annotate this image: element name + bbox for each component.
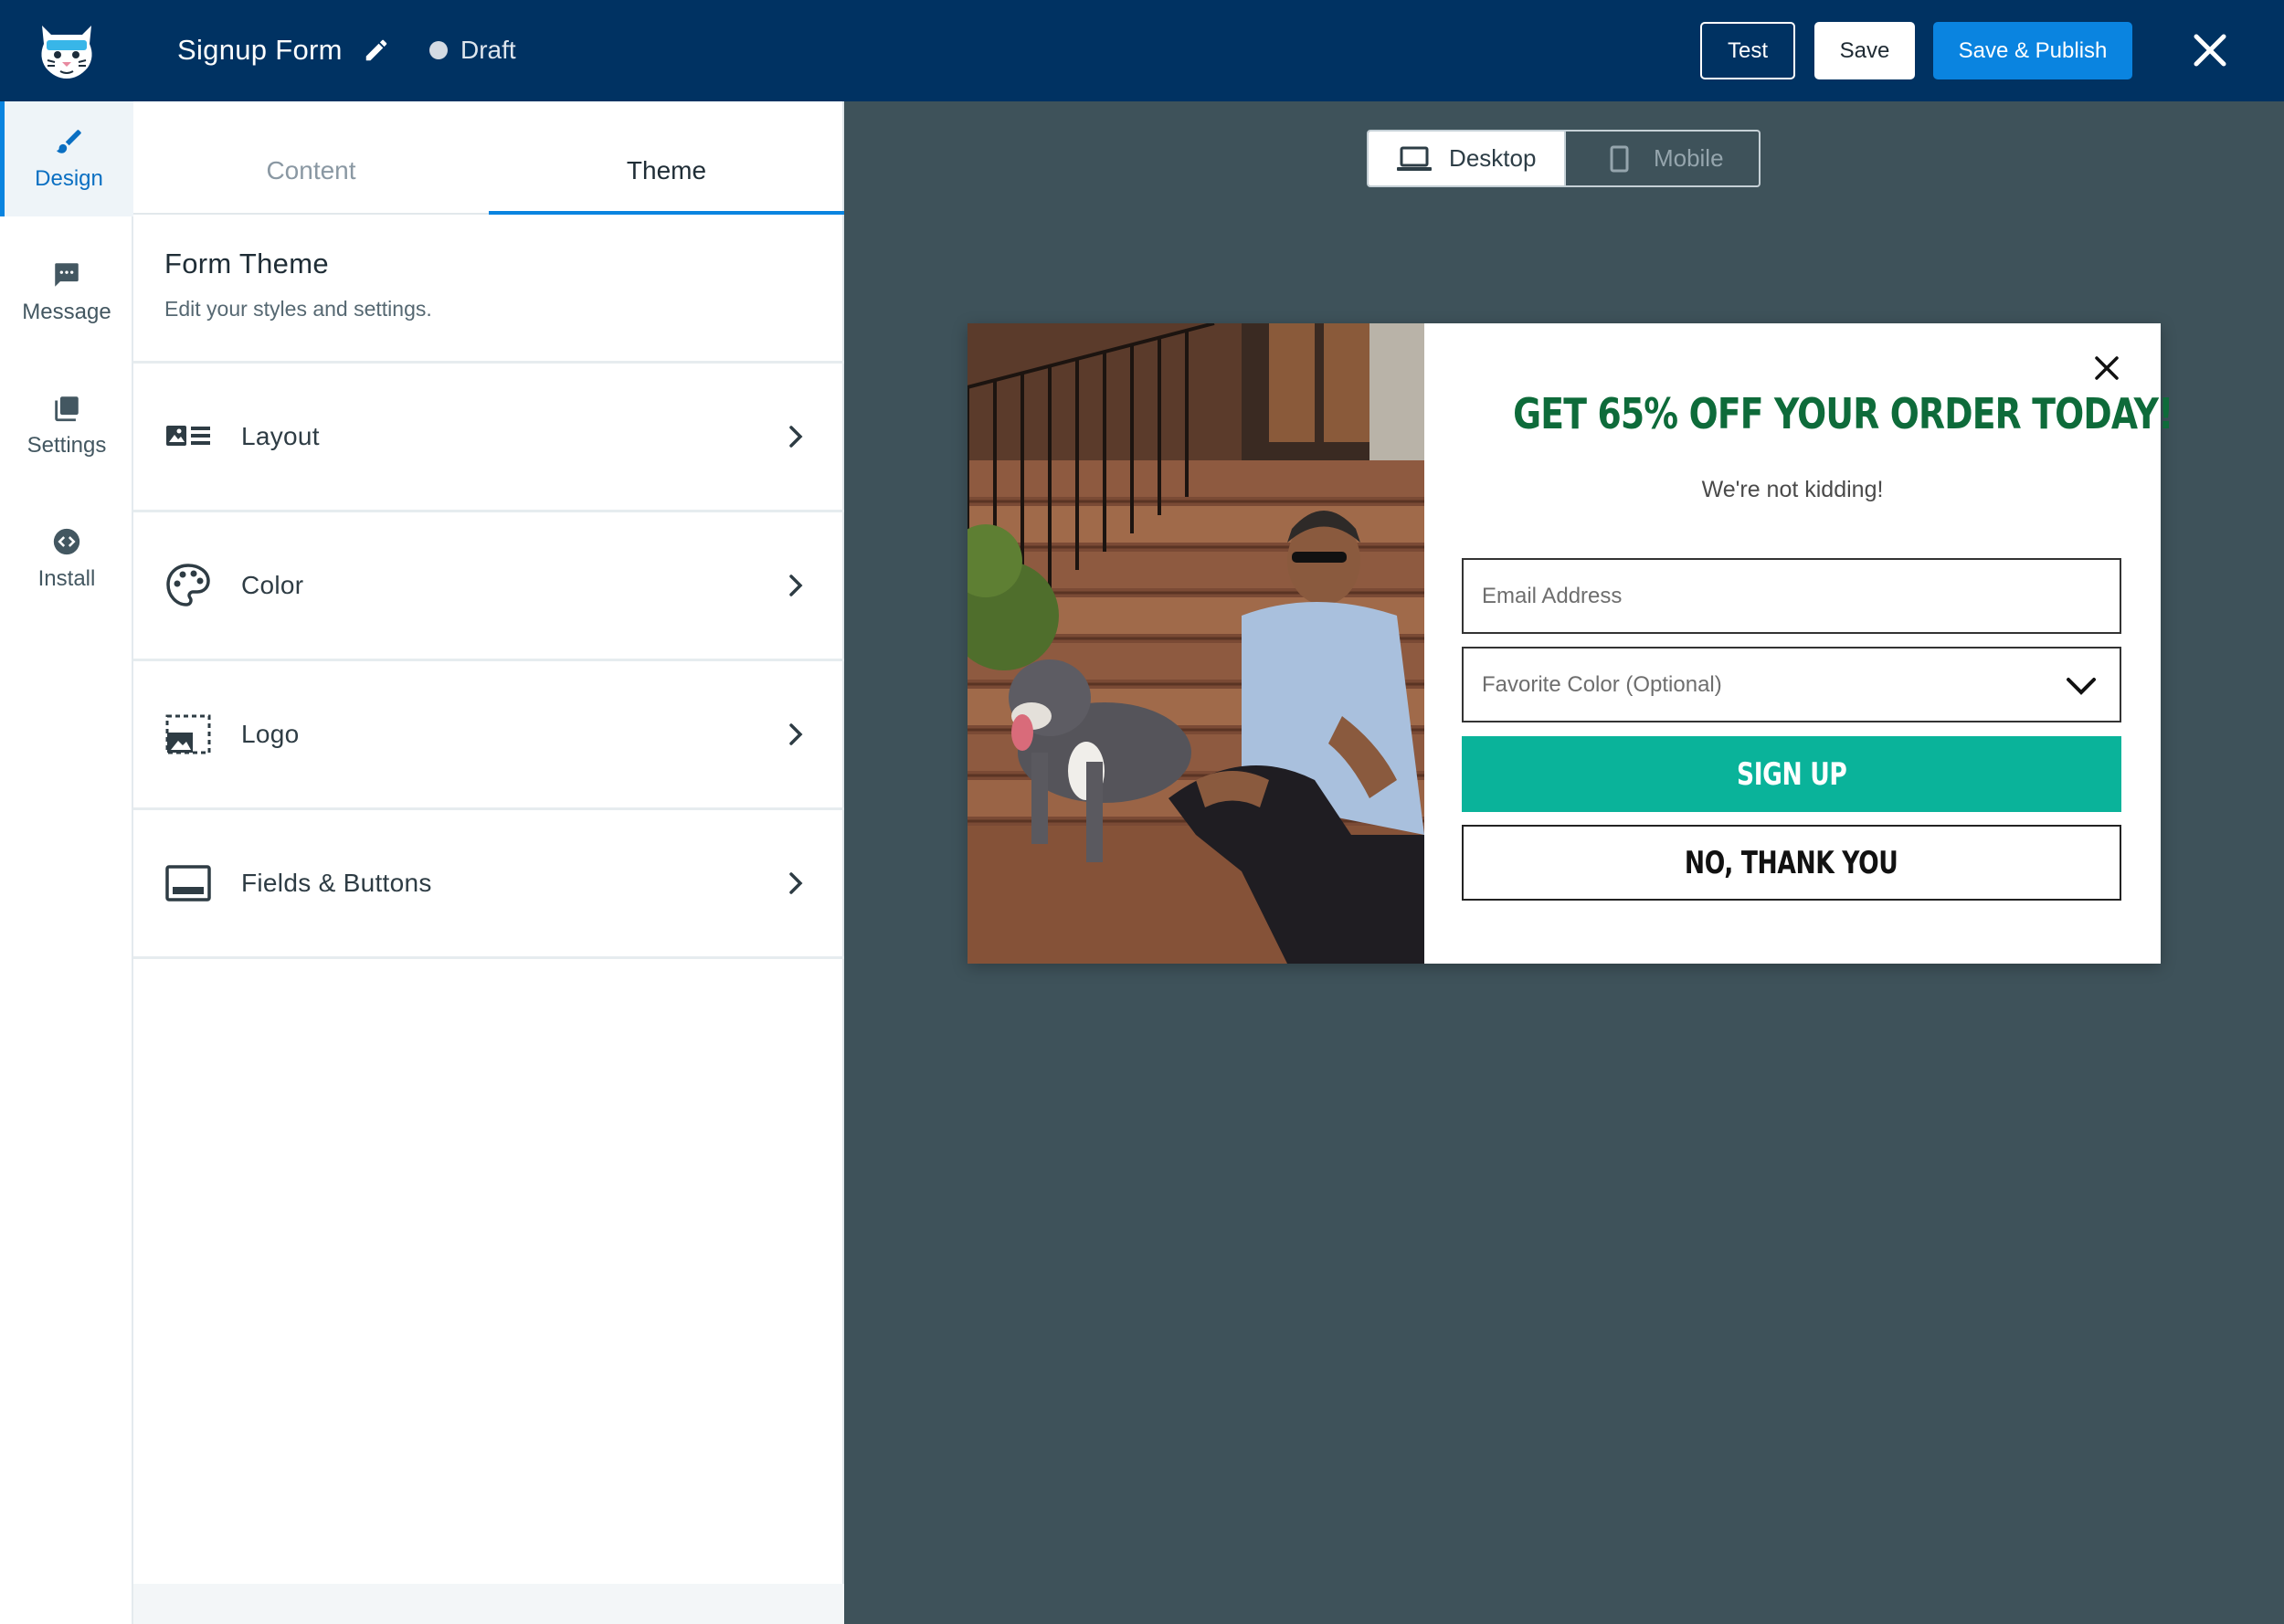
fields-icon (165, 865, 211, 902)
nav-item-install[interactable]: Install (0, 501, 133, 617)
divider (133, 956, 844, 959)
device-toggle: Desktop Mobile (1367, 130, 1761, 187)
form-title[interactable]: Signup Form (177, 34, 343, 67)
message-icon (55, 263, 79, 287)
chevron-right-icon (789, 723, 803, 745)
nav-label: Install (37, 566, 96, 591)
active-tab-indicator (489, 211, 844, 215)
save-button[interactable]: Save (1814, 22, 1915, 79)
desktop-toggle-button[interactable]: Desktop (1369, 132, 1564, 185)
save-publish-button[interactable]: Save & Publish (1933, 22, 2132, 79)
brush-icon (56, 130, 81, 153)
popup-subline: We're not kidding! (1701, 477, 1884, 502)
select-placeholder: Favorite Color (Optional) (1482, 671, 1722, 697)
signup-popup-preview: GET 65% OFF YOUR ORDER TODAY! We're not … (968, 323, 2173, 964)
panel-tabs: Content Theme (133, 101, 844, 215)
row-label: Layout (241, 422, 320, 450)
sign-up-button[interactable]: SIGN UP (1462, 736, 2121, 812)
test-button[interactable]: Test (1700, 22, 1795, 79)
no-thank-you-button[interactable]: NO, THANK YOU (1462, 825, 2121, 901)
laptop-icon (1397, 146, 1433, 171)
email-field[interactable] (1462, 558, 2121, 634)
chevron-right-icon (789, 426, 803, 448)
sign-up-label: SIGN UP (1736, 755, 1847, 793)
favorite-color-select[interactable]: Favorite Color (Optional) (1462, 647, 2121, 722)
nav-item-message[interactable]: Message (0, 235, 133, 350)
tab-content[interactable]: Content (133, 101, 489, 215)
left-nav: Design Message Settings Install (0, 101, 133, 1624)
tiger-logo-icon[interactable] (35, 20, 99, 80)
row-label: Color (241, 571, 304, 599)
device-label: Desktop (1449, 144, 1537, 172)
phone-icon (1610, 145, 1629, 172)
popup-close-icon[interactable] (2091, 353, 2122, 384)
code-icon (53, 528, 80, 555)
panel-header: Form Theme Edit your styles and settings… (164, 248, 432, 322)
palette-icon (166, 564, 210, 606)
nav-label: Message (22, 300, 111, 324)
layout-icon (166, 426, 210, 446)
row-label: Fields & Buttons (241, 869, 432, 897)
nav-item-settings[interactable]: Settings (0, 368, 133, 483)
close-icon[interactable] (2189, 29, 2231, 71)
row-logo[interactable]: Logo (133, 661, 844, 807)
panel-footer (133, 1584, 844, 1624)
row-color[interactable]: Color (133, 512, 844, 659)
chevron-down-icon (2067, 678, 2096, 695)
panel-title: Form Theme (164, 248, 329, 279)
chevron-right-icon (789, 872, 803, 894)
panel-subtitle: Edit your styles and settings. (164, 297, 432, 321)
popup-headline: GET 65% OFF YOUR ORDER TODAY! (1513, 389, 2173, 438)
status-text: Draft (460, 36, 516, 64)
chevron-right-icon (789, 575, 803, 596)
email-input[interactable] (1482, 560, 2120, 632)
no-thank-you-label: NO, THANK YOU (1685, 844, 1898, 881)
nav-label: Settings (26, 433, 107, 458)
nav-item-design[interactable]: Design (0, 101, 133, 216)
row-layout[interactable]: Layout (133, 364, 844, 510)
hero-photo (968, 323, 1424, 964)
status-badge: Draft (429, 29, 516, 71)
status-dot-icon (429, 41, 448, 59)
image-icon (165, 714, 211, 754)
theme-panel: Content Theme Form Theme Edit your style… (133, 101, 844, 1624)
top-bar: Signup Form Draft Test Save Save & Publi… (0, 0, 2284, 101)
tab-theme[interactable]: Theme (489, 101, 844, 215)
device-label: Mobile (1653, 144, 1724, 172)
pencil-icon[interactable] (363, 37, 390, 64)
row-fields-buttons[interactable]: Fields & Buttons (133, 810, 844, 956)
nav-label: Design (35, 166, 103, 191)
settings-icon (55, 396, 79, 422)
mobile-toggle-button[interactable]: Mobile (1563, 132, 1760, 185)
row-label: Logo (241, 720, 300, 748)
